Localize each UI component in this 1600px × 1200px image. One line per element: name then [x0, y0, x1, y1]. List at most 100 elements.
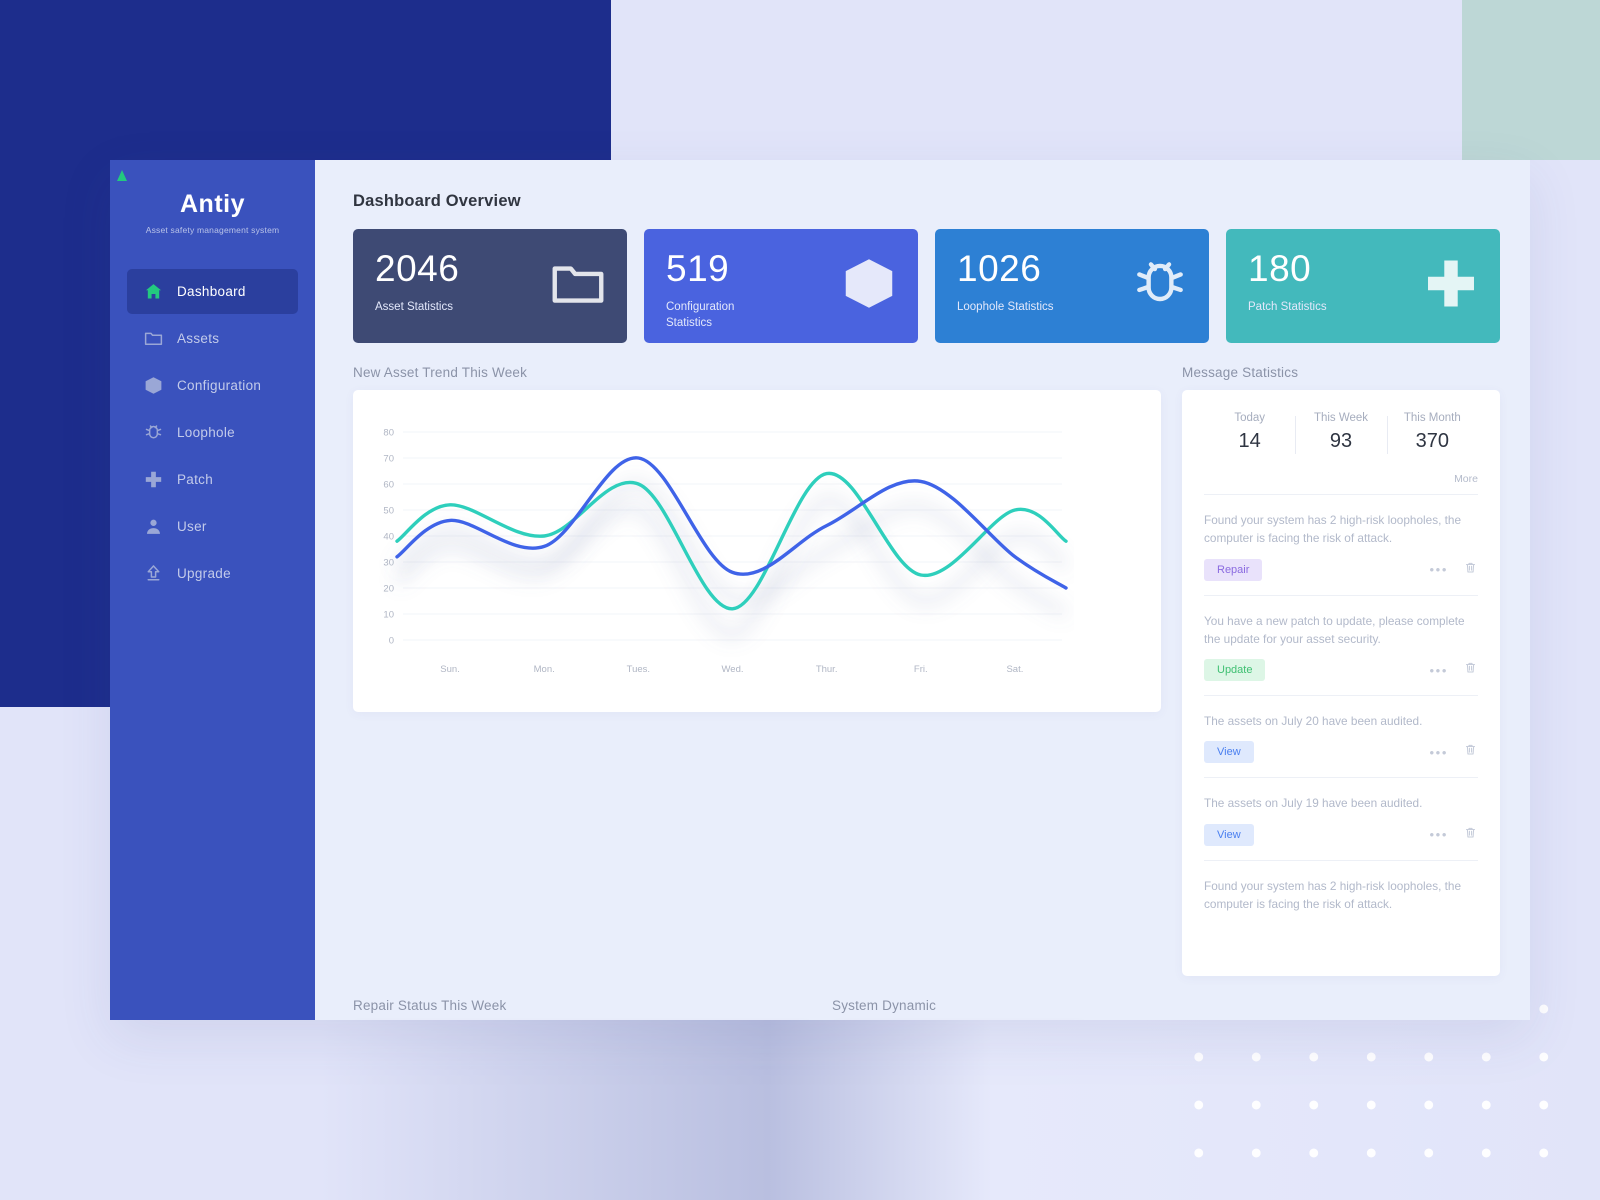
- svg-text:Sat.: Sat.: [1006, 664, 1023, 675]
- message-item-controls: •••: [1430, 660, 1478, 680]
- folder-icon: [547, 253, 609, 320]
- plus-cross-icon: [142, 469, 164, 491]
- line-chart-title: New Asset Trend This Week: [353, 365, 528, 380]
- message-action-view-button[interactable]: View: [1204, 741, 1254, 764]
- content-row-bottom: Repair Status This Week LoopholePatch Sy…: [353, 976, 1500, 1020]
- message-actions: Repair •••: [1204, 558, 1478, 581]
- stat-label: Loophole Statistics: [957, 301, 1054, 313]
- more-options-icon[interactable]: •••: [1430, 663, 1448, 678]
- bandage-icon: [1420, 253, 1482, 320]
- message-item: Found your system has 2 high-risk loopho…: [1204, 495, 1478, 596]
- counter-key: Today: [1234, 412, 1265, 424]
- message-counter: Today 14: [1204, 412, 1295, 453]
- message-text: The assets on July 19 have been audited.: [1204, 796, 1423, 811]
- message-item: The assets on July 19 have been audited.…: [1204, 778, 1478, 861]
- svg-text:10: 10: [383, 610, 394, 621]
- message-item: The assets on July 20 have been audited.…: [1204, 696, 1478, 779]
- sidebar-item-configuration[interactable]: Configuration: [127, 363, 298, 408]
- content-row-top: New Asset Trend This Week 0 10 20 30 40 50 60 7…: [353, 343, 1500, 976]
- stat-card-patch-statistics[interactable]: 180 Patch Statistics: [1226, 229, 1500, 343]
- more-row: More: [1204, 453, 1478, 495]
- sidebar-item-label: Configuration: [177, 378, 262, 393]
- message-column: Message Statistics Today 14 This Week 93 Thi…: [1182, 343, 1500, 976]
- stat-card-asset-statistics[interactable]: 2046 Asset Statistics: [353, 229, 627, 343]
- sidebar-item-assets[interactable]: Assets: [127, 316, 298, 361]
- sidebar-item-label: Patch: [177, 472, 214, 487]
- bug-icon: [1129, 253, 1191, 320]
- more-options-icon[interactable]: •••: [1430, 827, 1448, 842]
- logo-triangle-icon: [117, 170, 127, 181]
- svg-text:Sun.: Sun.: [440, 664, 460, 675]
- message-counter: This Week 93: [1295, 412, 1386, 454]
- sidebar-item-label: Assets: [177, 331, 220, 346]
- line-chart-card: 0 10 20 30 40 50 60 70 80 Sun. Mon. Tues. Wed. Thur. F…: [353, 390, 1161, 712]
- cube-icon: [838, 253, 900, 320]
- message-actions: View •••: [1204, 741, 1478, 764]
- message-text: You have a new patch to update, please c…: [1204, 613, 1465, 646]
- system-dynamic-column: System Dynamic Asset Group10 new asset r…: [832, 976, 1086, 1020]
- bar-chart-title: Repair Status This Week: [353, 998, 507, 1013]
- trash-icon[interactable]: [1463, 660, 1478, 680]
- folder-icon: [142, 328, 164, 350]
- message-item-controls: •••: [1430, 560, 1478, 580]
- sidebar-item-dashboard[interactable]: Dashboard: [127, 269, 298, 314]
- sidebar-item-label: User: [177, 519, 207, 534]
- sidebar-item-user[interactable]: User: [127, 504, 298, 549]
- sidebar-item-label: Dashboard: [177, 284, 246, 299]
- home-icon: [142, 281, 164, 303]
- more-options-icon[interactable]: •••: [1430, 745, 1448, 760]
- trash-icon[interactable]: [1463, 825, 1478, 845]
- bar-chart-column: Repair Status This Week LoopholePatch: [353, 976, 811, 1020]
- counter-value: 370: [1415, 430, 1449, 452]
- sidebar-item-label: Loophole: [177, 425, 235, 440]
- message-action-view-button[interactable]: View: [1204, 823, 1254, 846]
- stat-label: Patch Statistics: [1248, 301, 1327, 313]
- line-chart: 0 10 20 30 40 50 60 70 80 Sun. Mon. Tues. Wed. Thur. F…: [383, 428, 1070, 675]
- brand-name: Antiy: [180, 190, 245, 218]
- message-counters: Today 14 This Week 93 This Month 370: [1204, 406, 1478, 454]
- message-item: You have a new patch to update, please c…: [1204, 596, 1478, 697]
- message-text: The assets on July 20 have been audited.: [1204, 714, 1423, 729]
- message-action-repair-button[interactable]: Repair: [1204, 558, 1263, 581]
- message-actions: Update •••: [1204, 659, 1478, 682]
- user-icon: [142, 516, 164, 538]
- svg-text:Thur.: Thur.: [816, 664, 838, 675]
- stat-label: Asset Statistics: [375, 301, 453, 313]
- trash-icon[interactable]: [1463, 742, 1478, 762]
- svg-text:80: 80: [383, 428, 394, 439]
- message-item-controls: •••: [1430, 742, 1478, 762]
- counter-key: This Month: [1403, 412, 1461, 424]
- counter-value: 93: [1329, 430, 1353, 452]
- background-navy-block: [0, 0, 611, 160]
- counter-value: 14: [1238, 430, 1261, 452]
- svg-text:0: 0: [389, 636, 394, 647]
- stat-card-configuration-statistics[interactable]: 519 Configuration Statistics: [644, 229, 918, 343]
- upload-arrow-icon: [142, 563, 164, 585]
- stat-label: Configuration Statistics: [666, 301, 735, 329]
- stat-card-row: 2046 Asset Statistics 519 Configuration Sta…: [353, 229, 1500, 343]
- more-link[interactable]: More: [1454, 473, 1478, 485]
- page-title: Dashboard Overview: [353, 192, 521, 210]
- message-item: Found your system has 2 high-risk loopho…: [1204, 861, 1478, 928]
- sidebar: Antiy Asset safety management system Das…: [110, 160, 315, 1020]
- stat-card-loophole-statistics[interactable]: 1026 Loophole Statistics: [935, 229, 1209, 343]
- svg-text:50: 50: [383, 506, 394, 517]
- message-text: Found your system has 2 high-risk loopho…: [1204, 513, 1462, 546]
- svg-text:40: 40: [383, 532, 394, 543]
- message-action-update-button[interactable]: Update: [1204, 659, 1266, 682]
- app-window: Antiy Asset safety management system Das…: [110, 160, 1530, 1020]
- background-navy-strip: [0, 160, 110, 707]
- main-content: Dashboard Overview 2046 Asset Statistics 5…: [315, 160, 1530, 1020]
- brand-logo: Antiy Asset safety management system: [110, 160, 315, 235]
- sidebar-item-patch[interactable]: Patch: [127, 457, 298, 502]
- svg-text:60: 60: [383, 480, 394, 491]
- trash-icon[interactable]: [1463, 560, 1478, 580]
- message-list: Found your system has 2 high-risk loopho…: [1204, 495, 1478, 927]
- more-options-icon[interactable]: •••: [1430, 562, 1448, 577]
- sidebar-item-loophole[interactable]: Loophole: [127, 410, 298, 455]
- sidebar-nav: Dashboard Assets Configuration Loophole Patc…: [110, 269, 315, 596]
- svg-text:Mon.: Mon.: [534, 664, 555, 675]
- message-panel-title: Message Statistics: [1182, 365, 1299, 380]
- sidebar-item-upgrade[interactable]: Upgrade: [127, 551, 298, 596]
- message-text: Found your system has 2 high-risk loopho…: [1204, 878, 1462, 911]
